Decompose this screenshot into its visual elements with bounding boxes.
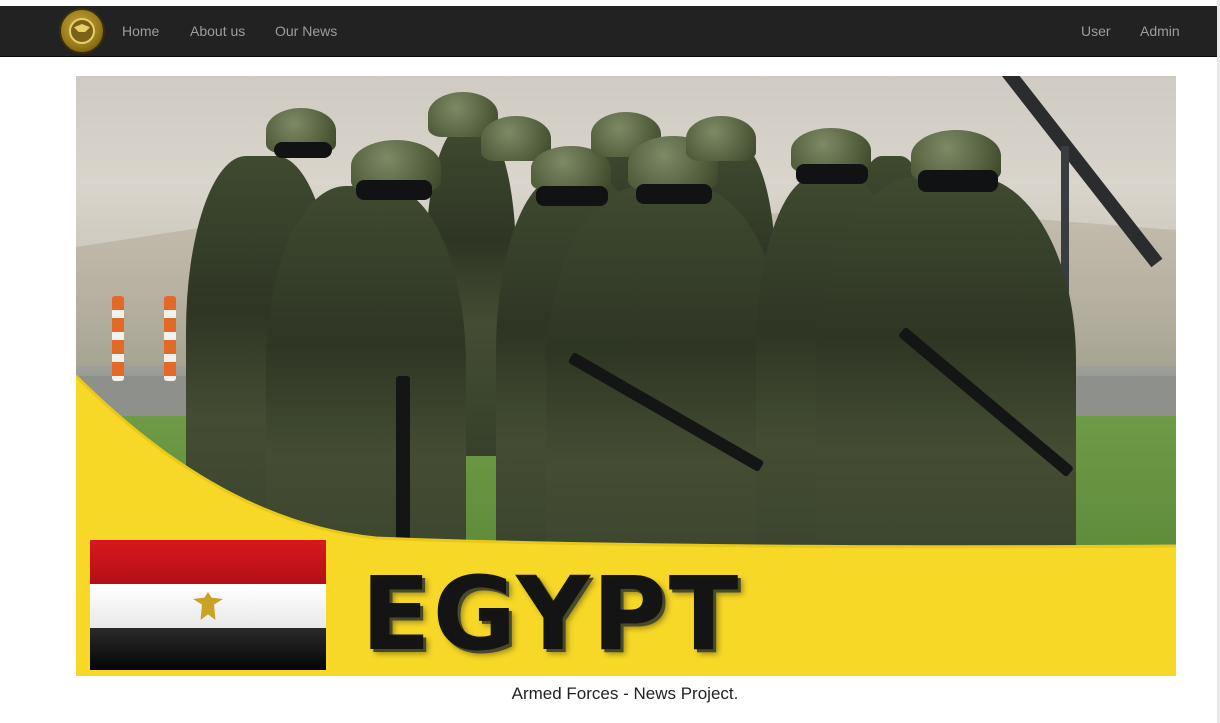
- page-caption: Armed Forces - News Project.: [511, 684, 739, 703]
- nav-home-link[interactable]: Home: [122, 6, 159, 56]
- banner-title: EGYPT: [361, 555, 741, 674]
- nav-about-link[interactable]: About us: [190, 6, 245, 56]
- egypt-flag-icon: [90, 540, 326, 670]
- hero-banner-image: EGYPT: [76, 76, 1176, 676]
- nav-admin-link[interactable]: Admin: [1140, 6, 1180, 56]
- flag-black-stripe: [90, 628, 326, 670]
- nav-user-link[interactable]: User: [1081, 6, 1111, 56]
- brand-logo-icon[interactable]: [59, 8, 105, 54]
- flag-red-stripe: [90, 540, 326, 584]
- navbar: Home About us Our News User Admin: [0, 6, 1217, 57]
- nav-news-link[interactable]: Our News: [275, 6, 337, 56]
